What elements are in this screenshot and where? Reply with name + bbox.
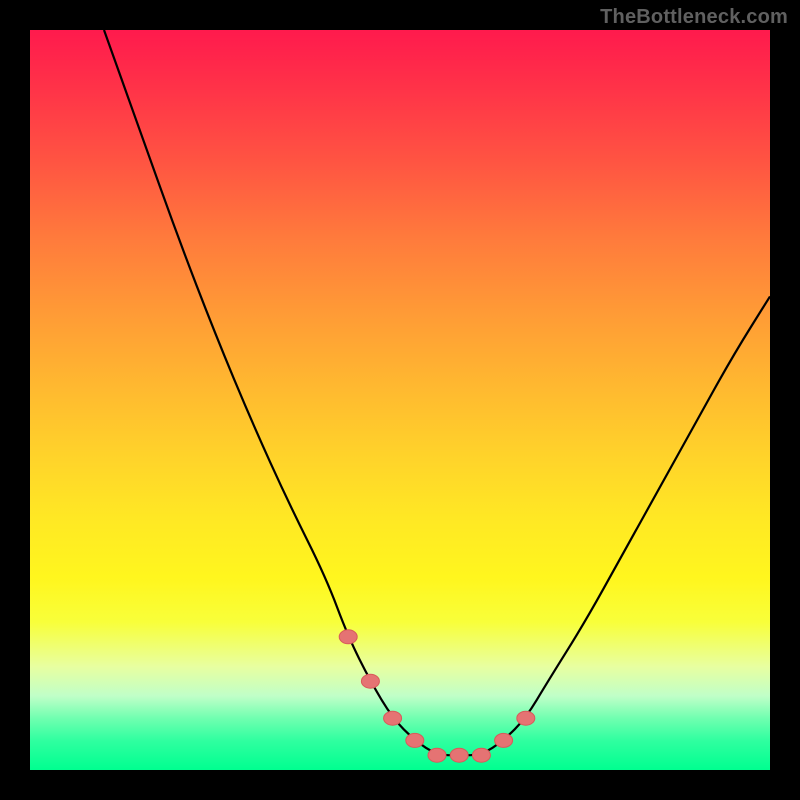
marker-group xyxy=(339,630,535,762)
curve-svg xyxy=(30,30,770,770)
marker-point xyxy=(406,733,424,747)
marker-point xyxy=(495,733,513,747)
marker-point xyxy=(517,711,535,725)
watermark-text: TheBottleneck.com xyxy=(600,6,788,29)
marker-point xyxy=(339,630,357,644)
marker-point xyxy=(450,748,468,762)
marker-point xyxy=(472,748,490,762)
plot-area xyxy=(30,30,770,770)
bottleneck-curve xyxy=(104,30,770,755)
marker-point xyxy=(384,711,402,725)
marker-point xyxy=(428,748,446,762)
marker-point xyxy=(361,674,379,688)
chart-frame: TheBottleneck.com xyxy=(0,0,800,800)
